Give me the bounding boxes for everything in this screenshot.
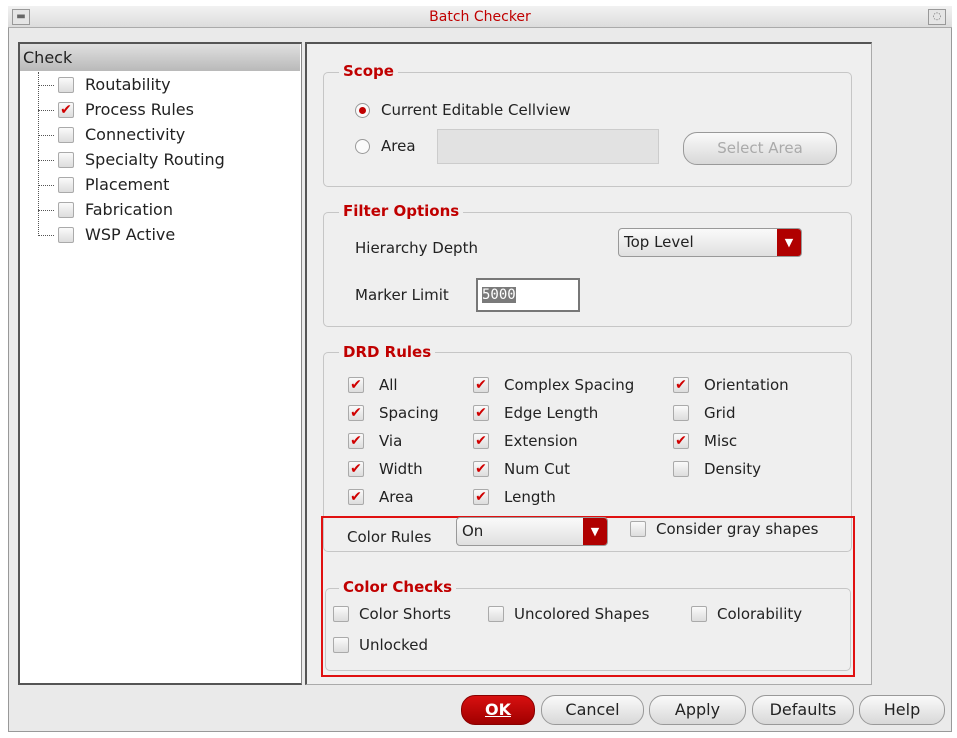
area-label: Area <box>381 137 416 155</box>
tree-checkbox[interactable] <box>58 127 74 143</box>
tree-item-label[interactable]: Specialty Routing <box>85 150 225 169</box>
drd-rule-label: Edge Length <box>504 404 599 422</box>
window-close-button[interactable]: ◌ <box>928 9 946 25</box>
drd-rule-checkbox[interactable]: ✔ <box>473 433 489 449</box>
color-check-checkbox[interactable] <box>691 606 707 622</box>
drd-rule-label: Spacing <box>379 404 439 422</box>
apply-button[interactable]: Apply <box>649 695 746 725</box>
drd-rule-checkbox[interactable]: ✔ <box>348 489 364 505</box>
color-check-checkbox[interactable] <box>488 606 504 622</box>
tree-connector <box>38 85 54 86</box>
marker-limit-input[interactable]: 5000 <box>476 278 580 312</box>
drd-rule-checkbox[interactable]: ✔ <box>673 377 689 393</box>
tree-connector <box>38 185 54 186</box>
drd-rule-label: Area <box>379 488 414 506</box>
marker-limit-value: 5000 <box>482 287 516 303</box>
color-checks-title: Color Checks <box>339 578 457 596</box>
color-check-label: Unlocked <box>359 636 428 654</box>
tree-checkbox[interactable] <box>58 152 74 168</box>
hierarchy-depth-select[interactable]: Top Level ▼ <box>618 228 802 257</box>
tree-checkbox[interactable] <box>58 177 74 193</box>
cancel-button[interactable]: Cancel <box>541 695 644 725</box>
hierarchy-depth-value: Top Level <box>624 233 694 251</box>
tree-connector <box>38 135 54 136</box>
filter-options-title: Filter Options <box>339 202 464 220</box>
drd-rule-label: Density <box>704 460 762 478</box>
color-check-checkbox[interactable] <box>333 637 349 653</box>
drd-rule-label: Orientation <box>704 376 789 394</box>
tree-item-label[interactable]: WSP Active <box>85 225 175 244</box>
hierarchy-depth-label: Hierarchy Depth <box>355 239 478 257</box>
ok-label: OK <box>485 700 511 719</box>
drd-rule-label: Complex Spacing <box>504 376 635 394</box>
select-area-button[interactable]: Select Area <box>683 132 837 165</box>
tree-connector <box>38 160 54 161</box>
color-rules-select[interactable]: On ▼ <box>456 517 608 546</box>
area-radio[interactable] <box>355 139 370 154</box>
drd-rule-label: Num Cut <box>504 460 570 478</box>
color-check-checkbox[interactable] <box>333 606 349 622</box>
current-cellview-label: Current Editable Cellview <box>381 101 571 119</box>
chevron-down-icon: ▼ <box>583 518 607 545</box>
consider-gray-label: Consider gray shapes <box>656 520 819 538</box>
color-rules-value: On <box>462 522 484 540</box>
drd-rule-label: Extension <box>504 432 578 450</box>
current-cellview-radio[interactable] <box>355 103 370 118</box>
window-menu-button[interactable]: ▬ <box>12 9 30 25</box>
tree-item-label[interactable]: Process Rules <box>85 100 194 119</box>
drd-rule-checkbox[interactable]: ✔ <box>473 405 489 421</box>
tree-checkbox[interactable] <box>58 202 74 218</box>
tree-item-label[interactable]: Routability <box>85 75 171 94</box>
window-title: Batch Checker <box>429 9 531 25</box>
drd-rule-checkbox[interactable]: ✔ <box>473 377 489 393</box>
color-rules-label: Color Rules <box>347 528 432 546</box>
drd-rules-title: DRD Rules <box>339 343 436 361</box>
tree-item-label[interactable]: Placement <box>85 175 169 194</box>
tree-header: Check <box>20 44 300 71</box>
drd-rule-checkbox[interactable]: ✔ <box>348 405 364 421</box>
tree-line <box>38 72 39 236</box>
drd-rule-checkbox[interactable] <box>673 405 689 421</box>
tree-connector <box>38 110 54 111</box>
drd-rule-checkbox[interactable]: ✔ <box>673 433 689 449</box>
defaults-button[interactable]: Defaults <box>752 695 854 725</box>
drd-rule-checkbox[interactable] <box>673 461 689 477</box>
drd-rule-label: Length <box>504 488 556 506</box>
drd-rule-label: Via <box>379 432 403 450</box>
tree-connector <box>38 235 54 236</box>
tree-connector <box>38 210 54 211</box>
tree-checkbox[interactable] <box>58 227 74 243</box>
drd-rule-checkbox[interactable]: ✔ <box>473 489 489 505</box>
help-button[interactable]: Help <box>859 695 945 725</box>
drd-rule-label: Grid <box>704 404 736 422</box>
title-bar: Batch Checker <box>8 6 952 28</box>
tree-item-label[interactable]: Fabrication <box>85 200 173 219</box>
consider-gray-checkbox[interactable] <box>630 521 646 537</box>
drd-rule-checkbox[interactable]: ✔ <box>348 433 364 449</box>
chevron-down-icon: ▼ <box>777 229 801 256</box>
drd-rule-label: Width <box>379 460 423 478</box>
tree-item-label[interactable]: Connectivity <box>85 125 185 144</box>
marker-limit-label: Marker Limit <box>355 286 449 304</box>
area-input[interactable] <box>437 129 659 164</box>
drd-rule-checkbox[interactable]: ✔ <box>348 461 364 477</box>
scope-title: Scope <box>339 62 398 80</box>
ok-button[interactable]: OK <box>461 695 535 725</box>
color-checks-group <box>325 588 851 671</box>
color-check-label: Colorability <box>717 605 803 623</box>
tree-checkbox[interactable] <box>58 77 74 93</box>
tree-checkbox[interactable]: ✔ <box>58 102 74 118</box>
drd-rule-label: Misc <box>704 432 738 450</box>
drd-rule-checkbox[interactable]: ✔ <box>348 377 364 393</box>
drd-rule-label: All <box>379 376 398 394</box>
color-check-label: Uncolored Shapes <box>514 605 650 623</box>
drd-rule-checkbox[interactable]: ✔ <box>473 461 489 477</box>
color-check-label: Color Shorts <box>359 605 451 623</box>
